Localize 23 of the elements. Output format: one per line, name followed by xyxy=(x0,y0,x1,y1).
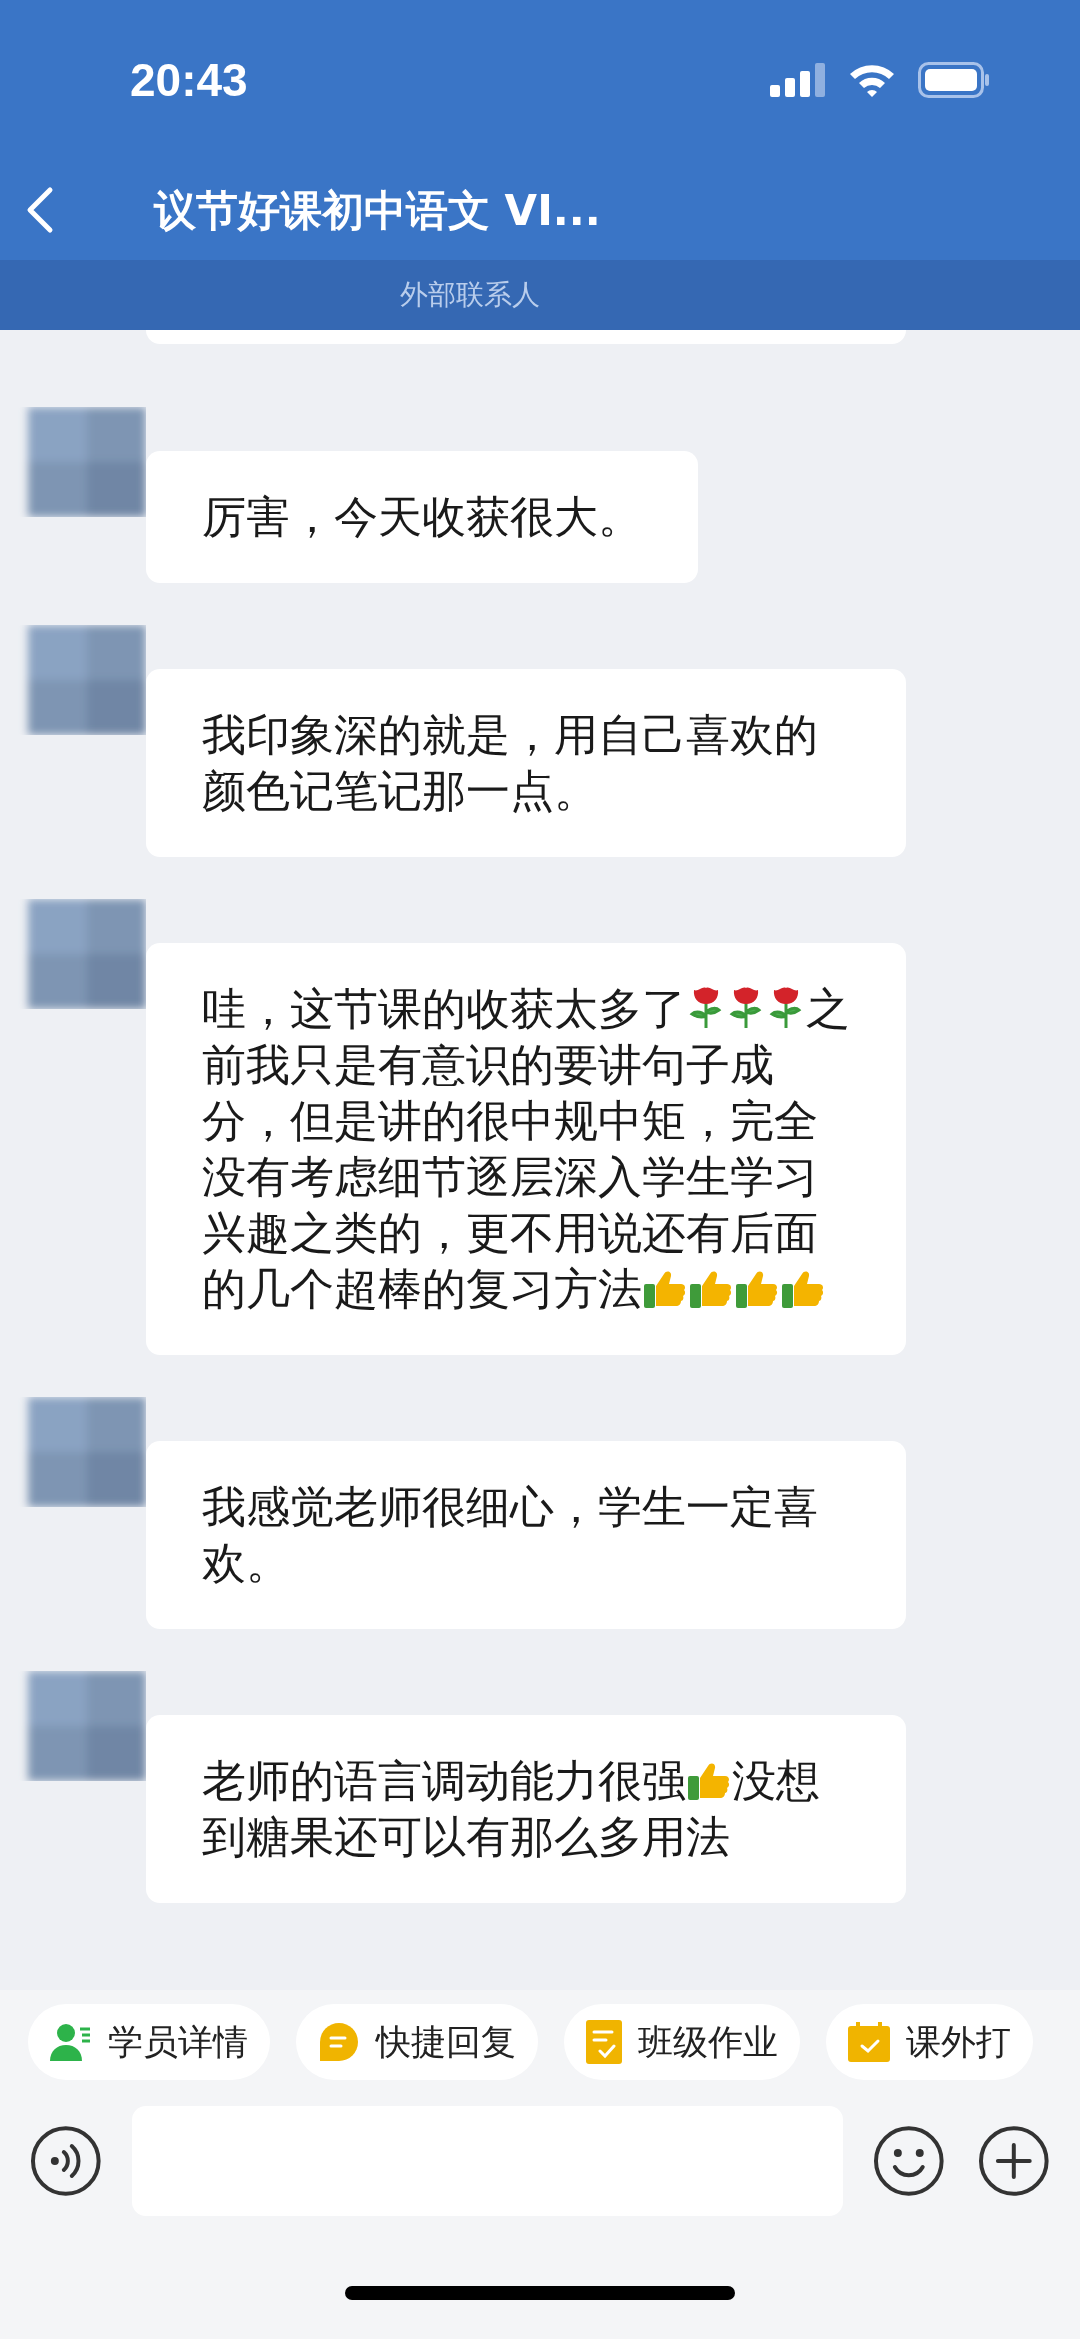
quick-action-chip[interactable]: 快捷回复 xyxy=(296,2004,538,2080)
chat-title: 议节好课初中语文 VI... xyxy=(154,184,601,237)
message-bubble: 哇，这节课的收获太多了 之前我只是有意识的要讲句子成分，但是讲的很中规中矩，完全没有考虑细节逐层深入学生学习兴趣之类的，更不用说还有后面的几个超棒的复习方法 xyxy=(146,943,906,1355)
message-bubble: 我感觉老师很细心，学生一定喜欢。 xyxy=(146,1441,906,1629)
message-bubble: 老师的语言调动能力很强 没想到糖果还可以有那么多用法 xyxy=(146,1715,906,1903)
voice-icon[interactable] xyxy=(30,2125,102,2197)
person-icon xyxy=(50,2021,92,2063)
emoji-icon[interactable] xyxy=(872,2125,945,2197)
battery-icon xyxy=(918,62,990,98)
chat-bubble-icon xyxy=(318,2021,360,2063)
calendar-check-icon xyxy=(848,2022,890,2062)
message-bubble: 厉害，今天收获很大。 xyxy=(146,451,698,583)
quick-action-chip[interactable]: 班级作业 xyxy=(564,2004,800,2080)
signal-icon xyxy=(770,63,826,97)
document-check-icon xyxy=(586,2020,622,2064)
add-icon[interactable] xyxy=(978,2125,1050,2197)
wifi-icon xyxy=(848,63,896,97)
chat-subtitle: 外部联系人 xyxy=(400,277,540,313)
status-time: 20:43 xyxy=(130,52,248,108)
message-bubble: 我印象深的就是，用自己喜欢的颜色记笔记那一点。 xyxy=(146,669,906,857)
back-icon[interactable] xyxy=(26,186,54,234)
quick-action-chip[interactable]: 学员详情 xyxy=(28,2004,270,2080)
quick-action-chip[interactable]: 课外打 xyxy=(826,2004,1033,2080)
